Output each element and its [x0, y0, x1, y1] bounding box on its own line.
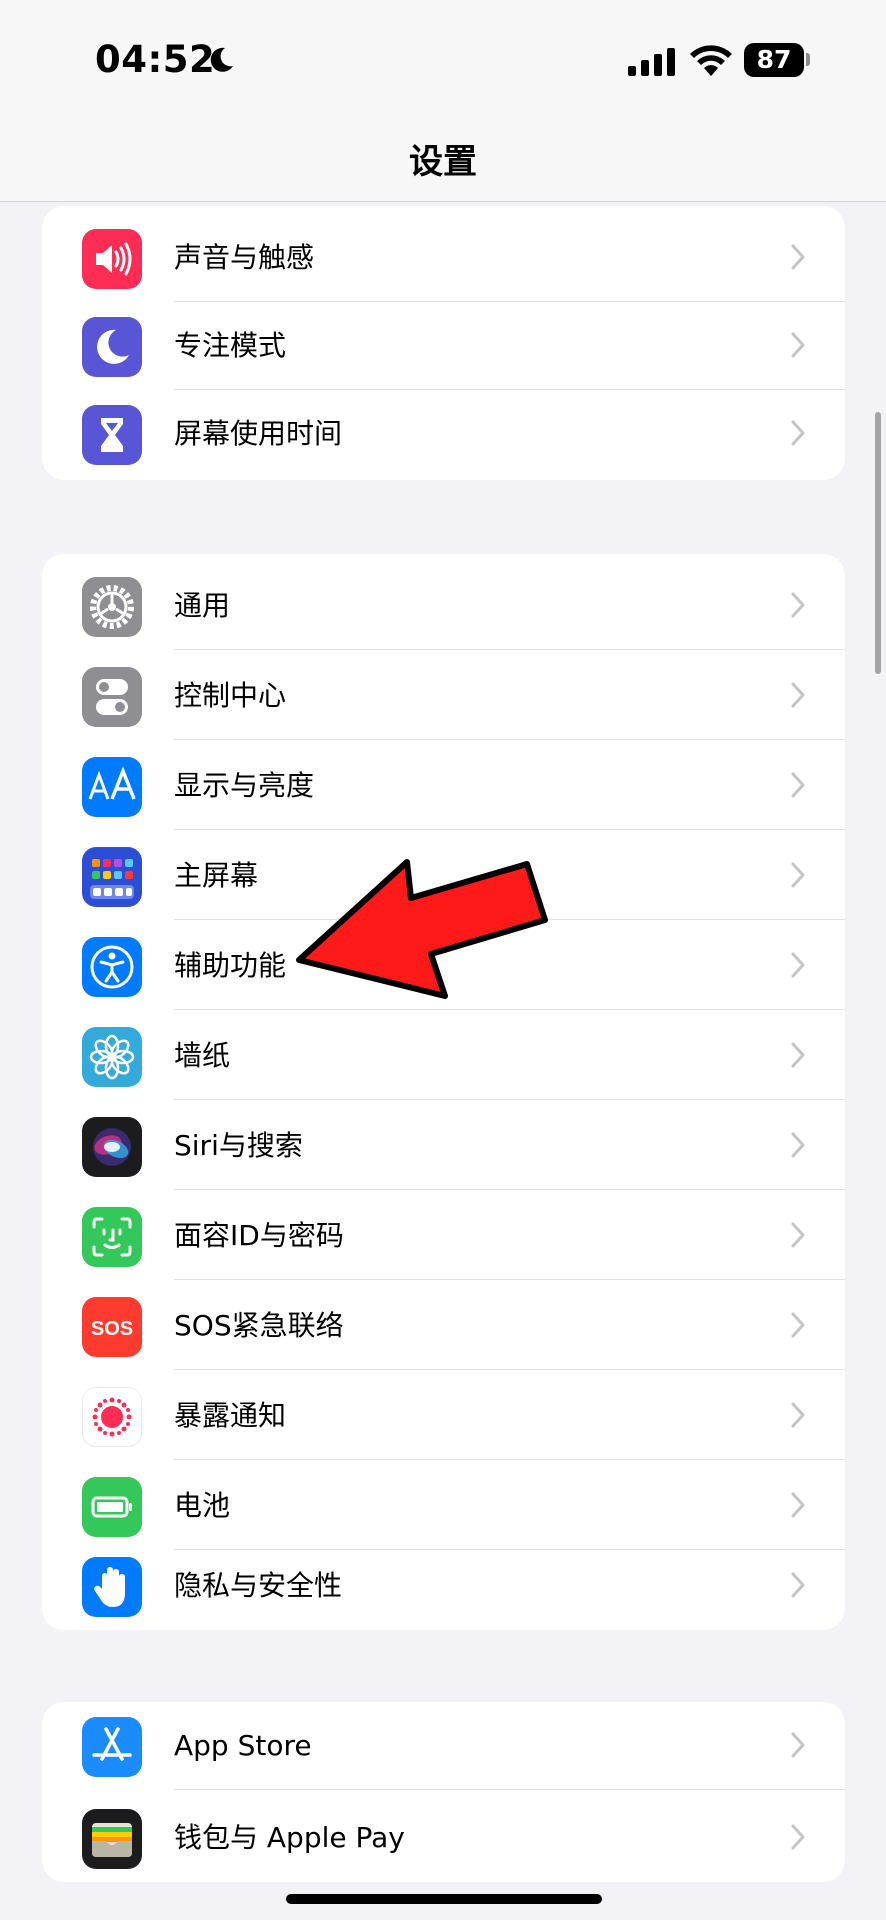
accessibility-icon — [82, 937, 142, 997]
red-arrow-annotation — [296, 859, 548, 999]
chevron-right-icon — [791, 1492, 805, 1518]
row-label: 墙纸 — [174, 1039, 231, 1072]
row-label: 面容ID与密码 — [174, 1219, 344, 1252]
row-label: 隐私与安全性 — [174, 1569, 343, 1602]
row-separator — [174, 1189, 845, 1190]
row-label: 电池 — [174, 1489, 231, 1522]
row-label: 通用 — [174, 589, 231, 622]
gear-icon — [82, 577, 142, 637]
home-indicator[interactable] — [286, 1894, 602, 1904]
chevron-right-icon — [791, 1732, 805, 1758]
settings-row-focus[interactable]: 专注模式 — [42, 302, 845, 390]
row-label: 屏幕使用时间 — [174, 417, 343, 450]
text-size-icon — [82, 757, 142, 817]
status-time: 04:52 — [95, 38, 216, 81]
moon-icon — [210, 47, 233, 72]
moon-icon — [82, 317, 142, 377]
chevron-right-icon — [791, 862, 805, 888]
settings-row-siri[interactable]: Siri与搜索 — [42, 1102, 845, 1190]
chevron-right-icon — [791, 772, 805, 798]
settings-row-emergency-sos[interactable]: SOS SOS紧急联络 — [42, 1282, 845, 1370]
settings-row-face-id[interactable]: 面容ID与密码 — [42, 1192, 845, 1280]
row-separator — [174, 1789, 845, 1790]
app-store-icon — [82, 1717, 142, 1777]
row-separator — [174, 649, 845, 650]
settings-row-screen-time[interactable]: 屏幕使用时间 — [42, 390, 845, 478]
flower-icon — [82, 1027, 142, 1087]
wallet-icon — [82, 1809, 142, 1869]
scroll-indicator[interactable] — [875, 412, 881, 674]
settings-row-sounds[interactable]: 声音与触感 — [42, 214, 845, 302]
row-separator — [174, 1279, 845, 1280]
nav-bar: 设置 — [0, 120, 886, 202]
row-label: 控制中心 — [174, 679, 287, 712]
speaker-icon — [82, 229, 142, 289]
chevron-right-icon — [791, 592, 805, 618]
battery-level: 87 — [744, 43, 804, 77]
chevron-right-icon — [791, 1824, 805, 1850]
chevron-right-icon — [791, 244, 805, 270]
chevron-right-icon — [791, 420, 805, 446]
exposure-icon — [82, 1387, 142, 1447]
settings-group-3: App Store 钱包与 Apple Pay — [42, 1702, 845, 1882]
row-label: App Store — [174, 1729, 312, 1762]
settings-row-wallpaper[interactable]: 墙纸 — [42, 1012, 845, 1100]
wifi-icon — [690, 45, 732, 76]
settings-row-battery[interactable]: 电池 — [42, 1462, 845, 1550]
hand-icon — [82, 1557, 142, 1617]
settings-group-2: 通用 控制中心 显示与亮度 主屏幕 辅助功能 墙纸 Siri与搜索 面容ID与密… — [42, 554, 845, 1630]
row-separator — [174, 1009, 845, 1010]
battery-tip — [806, 53, 810, 66]
row-separator — [174, 1099, 845, 1100]
face-id-icon — [82, 1207, 142, 1267]
hourglass-icon — [82, 405, 142, 465]
chevron-right-icon — [791, 1312, 805, 1338]
settings-group-1: 声音与触感 专注模式 屏幕使用时间 — [42, 206, 845, 480]
settings-row-app-store[interactable]: App Store — [42, 1702, 845, 1790]
chevron-right-icon — [791, 682, 805, 708]
chevron-right-icon — [791, 952, 805, 978]
chevron-right-icon — [791, 1402, 805, 1428]
sos-icon: SOS — [82, 1297, 142, 1357]
siri-icon — [82, 1117, 142, 1177]
settings-row-wallet[interactable]: 钱包与 Apple Pay — [42, 1794, 845, 1882]
settings-row-privacy[interactable]: 隐私与安全性 — [42, 1542, 845, 1630]
row-label: 暴露通知 — [174, 1399, 287, 1432]
settings-row-display[interactable]: 显示与亮度 — [42, 742, 845, 830]
row-label: 辅助功能 — [174, 949, 287, 982]
chevron-right-icon — [791, 1572, 805, 1598]
chevron-right-icon — [791, 1222, 805, 1248]
toggles-icon — [82, 667, 142, 727]
row-label: Siri与搜索 — [174, 1129, 303, 1162]
cellular-signal-icon — [628, 48, 675, 76]
chevron-right-icon — [791, 1132, 805, 1158]
chevron-right-icon — [791, 1042, 805, 1068]
settings-row-exposure-notifications[interactable]: 暴露通知 — [42, 1372, 845, 1460]
battery-icon — [82, 1477, 142, 1537]
row-label: SOS紧急联络 — [174, 1309, 344, 1342]
home-screen-icon — [82, 847, 142, 907]
page-title: 设置 — [409, 142, 477, 182]
settings-row-control-center[interactable]: 控制中心 — [42, 652, 845, 740]
row-label: 钱包与 Apple Pay — [174, 1821, 405, 1854]
row-label: 专注模式 — [174, 329, 287, 362]
row-separator — [174, 1369, 845, 1370]
settings-row-general[interactable]: 通用 — [42, 562, 845, 650]
row-separator — [174, 829, 845, 830]
row-label: 显示与亮度 — [174, 769, 315, 802]
row-separator — [174, 739, 845, 740]
row-separator — [174, 1459, 845, 1460]
status-bar: 04:52 87 — [0, 0, 886, 120]
chevron-right-icon — [791, 332, 805, 358]
row-label: 声音与触感 — [174, 241, 315, 274]
row-label: 主屏幕 — [174, 859, 259, 892]
svg-text:SOS: SOS — [91, 1318, 133, 1340]
